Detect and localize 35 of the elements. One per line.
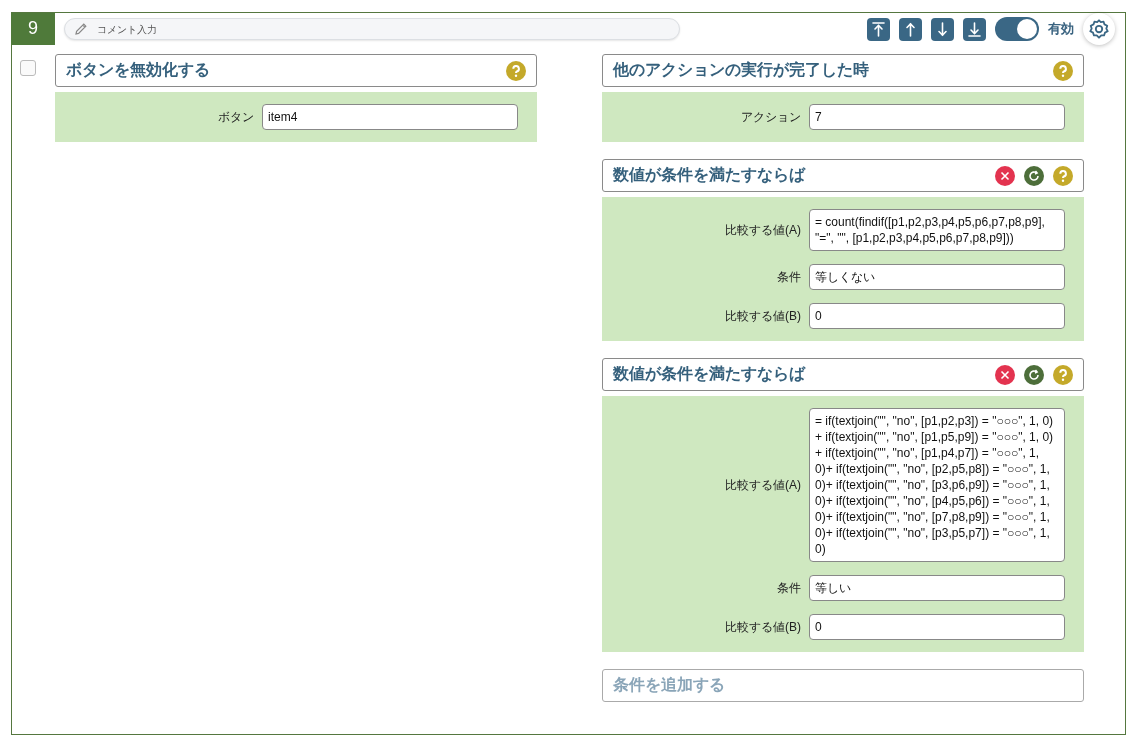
input-field[interactable]: item4: [262, 104, 518, 130]
input-field[interactable]: 等しい: [809, 575, 1065, 601]
checkbox[interactable]: [20, 60, 36, 76]
delete-icon[interactable]: [995, 165, 1015, 186]
move-down-button[interactable]: [931, 17, 954, 41]
move-bottom-button[interactable]: [963, 17, 986, 41]
input-field[interactable]: 等しくない: [809, 264, 1065, 290]
field-label: 比較する値(A): [724, 221, 802, 239]
move-top-button[interactable]: [867, 17, 890, 41]
field-label: 比較する値(B): [724, 618, 802, 636]
input-field[interactable]: 0: [809, 303, 1065, 329]
enabled-label: 有効: [1048, 20, 1074, 38]
refresh-icon[interactable]: [1024, 364, 1044, 385]
field-label: 条件: [776, 268, 802, 286]
field-label: 比較する値(B): [724, 307, 802, 325]
delete-icon[interactable]: [995, 364, 1015, 385]
enable-toggle[interactable]: [995, 17, 1039, 41]
input-field[interactable]: 0: [809, 614, 1065, 640]
field-label: 比較する値(A): [724, 476, 802, 494]
block-title: 数値が条件を満たすならば: [613, 165, 805, 186]
block-title: ボタンを無効化する: [66, 60, 210, 80]
row-number: 9: [11, 12, 55, 45]
field-label: 条件: [776, 579, 802, 597]
settings-icon: [1088, 18, 1110, 40]
input-field[interactable]: 7: [809, 104, 1065, 130]
refresh-icon[interactable]: [1024, 165, 1044, 186]
field-label: ボタン: [217, 108, 255, 126]
block-title: 他のアクションの実行が完了した時: [613, 60, 869, 80]
field-label: アクション: [740, 108, 802, 126]
move-up-button[interactable]: [899, 17, 922, 41]
input-field[interactable]: = count(findif([p1,p2,p3,p4,p5,p6,p7,p8,p9], "=", "", [p1,p2,p3,p4,p5,p6,p7,p8,p9])): [809, 209, 1065, 251]
block-title: 数値が条件を満たすならば: [613, 364, 805, 385]
comment-field[interactable]: コメント入力: [64, 18, 680, 40]
settings-button[interactable]: [1083, 13, 1115, 45]
input-field[interactable]: = if(textjoin("", "no", [p1,p2,p3]) = "○○○", 1, 0) + if(textjoin("", "no", [p1,p5,p9]) = "○○○", 1, 0) + if(textjoin("", "no", [p1,p4,p7]) = "○○○", 1, 0)+ if(textjoin("", "no", [p2,p5,p8]) = "○○○", 1, 0)+ if(textjoin("", "no", [p3,p6,p9]) = "○○○", 1, 0)+ if(textjoin("", "no", [p4,p5,p6]) = "○○○", 1, 0)+ if(textjoin("", "no", [p7,p8,p9]) = "○○○", 1, 0)+ if(textjoin("", "no", [p3,p5,p7]) = "○○○", 1, 0): [809, 408, 1065, 562]
